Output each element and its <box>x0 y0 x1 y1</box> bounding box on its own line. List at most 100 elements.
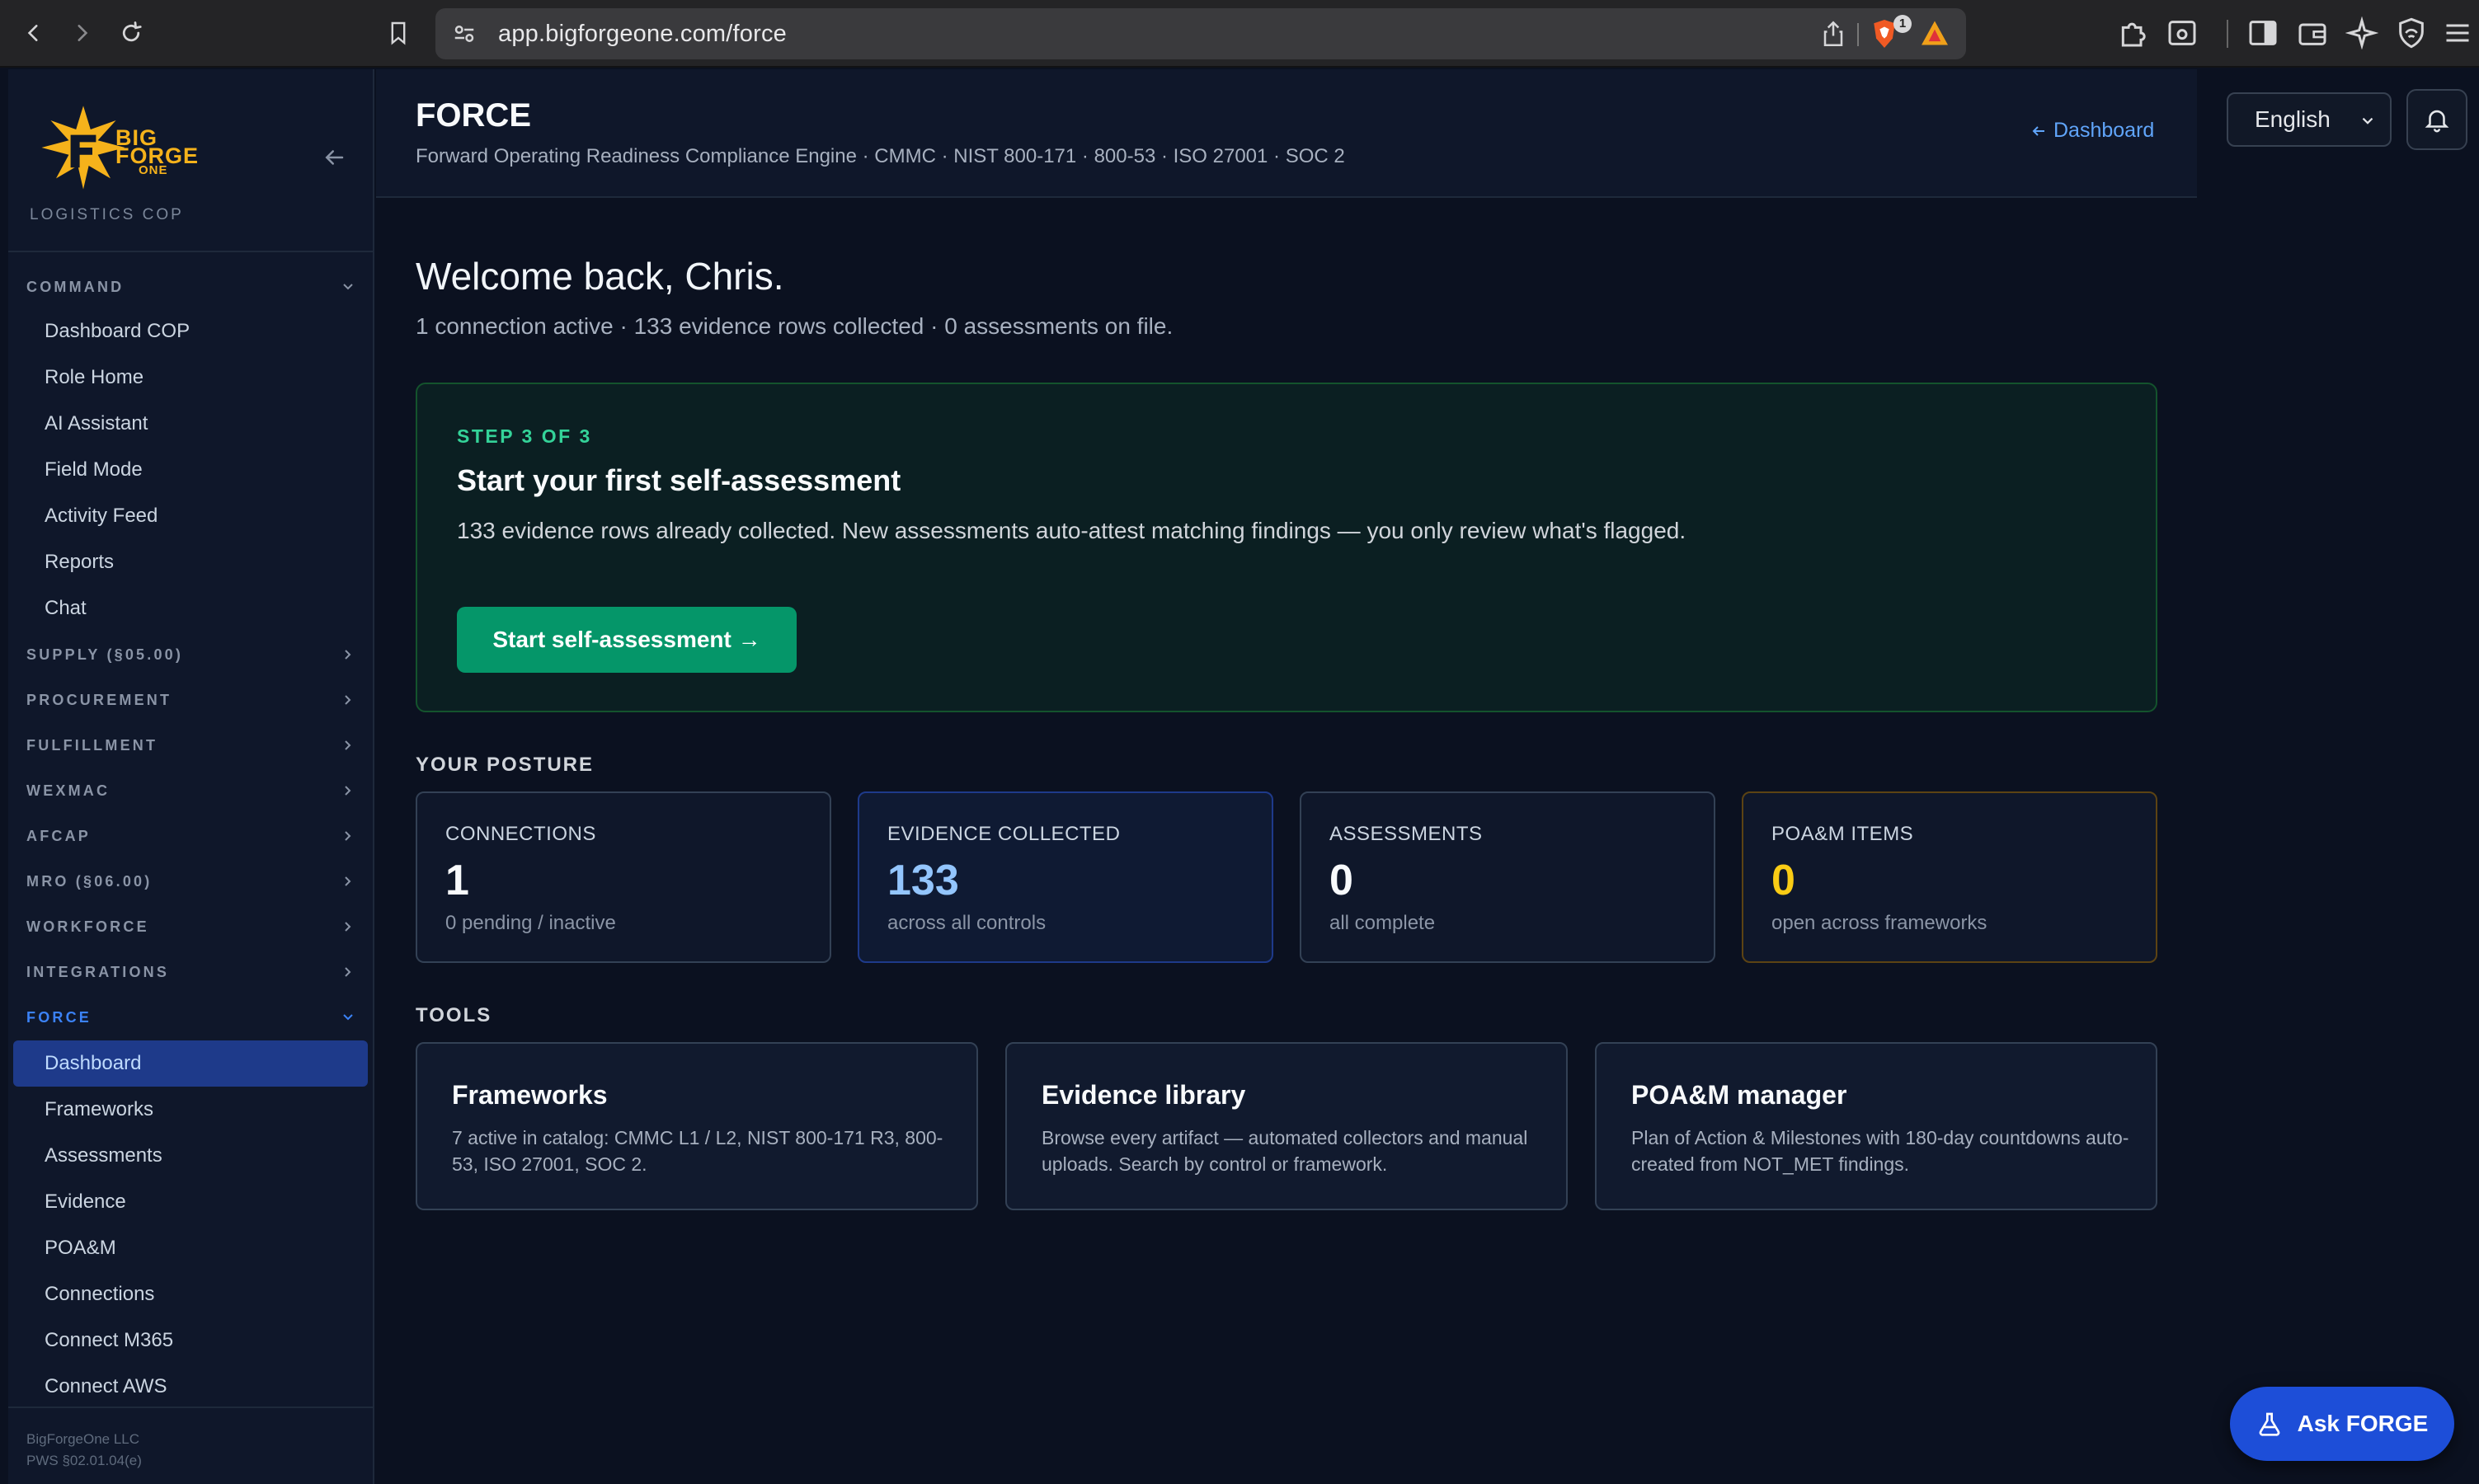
chevron-down-icon <box>343 1014 353 1021</box>
sidebar: BIG FORGE ONE LOGISTICS COP COMMAND Dash… <box>8 69 374 1484</box>
footer-pws-ref: PWS §02.01.04(e) <box>26 1453 142 1468</box>
sidebar-item-dashboard-cop[interactable]: Dashboard COP <box>45 313 358 350</box>
tool-card-poam-manager[interactable]: POA&M manager Plan of Action & Milestone… <box>1595 1042 2157 1210</box>
nav-section-procurement[interactable]: PROCUREMENT <box>26 685 365 715</box>
nav-section-label: WEXMAC <box>26 782 111 799</box>
url-text[interactable]: app.bigforgeone.com/force <box>498 8 787 59</box>
collapse-sidebar-icon[interactable] <box>322 145 346 174</box>
toolbar-separator <box>1857 23 1859 46</box>
nav-section-wexmac[interactable]: WEXMAC <box>26 776 365 805</box>
sidebar-item-chat[interactable]: Chat <box>45 590 358 627</box>
sidebar-item-role-home[interactable]: Role Home <box>45 359 358 396</box>
posture-section-label: YOUR POSTURE <box>416 754 595 776</box>
nav-section-integrations[interactable]: INTEGRATIONS <box>26 957 365 987</box>
notifications-button[interactable] <box>2406 89 2467 150</box>
reader-mode-icon[interactable] <box>2166 16 2199 49</box>
leo-ai-sparkle-icon[interactable] <box>2345 16 2378 49</box>
nav-section-command[interactable]: COMMAND <box>26 272 365 302</box>
browser-toolbar: app.bigforgeone.com/force 1 <box>0 0 2479 68</box>
stat-label: POA&M ITEMS <box>1771 823 1914 845</box>
nav-section-afcap[interactable]: AFCAP <box>26 821 365 851</box>
tool-description: 7 active in catalog: CMMC L1 / L2, NIST … <box>452 1127 943 1175</box>
nav-section-label: FORCE <box>26 1008 92 1026</box>
nav-section-label: COMMAND <box>26 278 125 295</box>
chevron-right-icon <box>345 740 351 750</box>
welcome-heading: Welcome back, Chris. <box>416 255 784 298</box>
nav-section-mro[interactable]: MRO (§06.00) <box>26 866 365 896</box>
nav-section-workforce[interactable]: WORKFORCE <box>26 912 365 942</box>
stat-value: 0 <box>1329 857 1353 904</box>
onboarding-step-card: STEP 3 OF 3 Start your first self-assess… <box>416 383 2157 712</box>
site-settings-icon[interactable] <box>452 21 477 46</box>
tool-card-evidence-library[interactable]: Evidence library Browse every artifact —… <box>1005 1042 1568 1210</box>
page-title: FORCE <box>416 97 531 134</box>
sidebar-item-assessments[interactable]: Assessments <box>45 1138 358 1174</box>
back-arrow-icon[interactable] <box>15 14 53 52</box>
chevron-right-icon <box>345 922 351 932</box>
sidebar-item-activity-feed[interactable]: Activity Feed <box>45 498 358 534</box>
chevron-right-icon <box>345 876 351 886</box>
sidebar-item-dashboard[interactable]: Dashboard <box>13 1040 368 1087</box>
wallet-icon[interactable] <box>2296 16 2329 49</box>
nav-section-label: FULFILLMENT <box>26 736 158 754</box>
sidebar-panel-icon[interactable] <box>2246 16 2279 49</box>
sidebar-item-poam[interactable]: POA&M <box>45 1230 358 1266</box>
stat-value: 133 <box>887 857 959 904</box>
tool-description: Plan of Action & Milestones with 180-day… <box>1631 1127 2129 1175</box>
sidebar-item-ai-assistant[interactable]: AI Assistant <box>45 406 358 442</box>
sidebar-item-connect-m365[interactable]: Connect M365 <box>45 1322 358 1359</box>
sidebar-item-connections[interactable]: Connections <box>45 1276 358 1313</box>
bookmark-icon[interactable] <box>379 14 417 52</box>
right-gutter <box>2197 69 2479 1484</box>
sidebar-item-connect-aws[interactable]: Connect AWS <box>45 1369 358 1405</box>
stat-card-connections[interactable]: CONNECTIONS 1 0 pending / inactive <box>416 791 831 963</box>
stat-card-evidence[interactable]: EVIDENCE COLLECTED 133 across all contro… <box>858 791 1273 963</box>
divider <box>8 251 373 252</box>
chevron-right-icon <box>345 695 351 705</box>
bell-icon <box>2425 110 2449 133</box>
sidebar-item-field-mode[interactable]: Field Mode <box>45 452 358 488</box>
brand-wordmark: BIG FORGE ONE <box>115 127 200 177</box>
forward-arrow-icon[interactable] <box>63 14 101 52</box>
vpn-shield-icon[interactable] <box>2395 16 2428 49</box>
extensions-puzzle-icon[interactable] <box>2116 16 2149 49</box>
stat-label: ASSESSMENTS <box>1329 823 1483 845</box>
step-body: 133 evidence rows already collected. New… <box>457 518 1686 543</box>
tool-description: Browse every artifact — automated collec… <box>1042 1127 1528 1175</box>
stat-card-poam[interactable]: POA&M ITEMS 0 open across frameworks <box>1742 791 2157 963</box>
tool-title: POA&M manager <box>1631 1080 1847 1110</box>
rewards-triangle-icon[interactable] <box>1920 20 1950 46</box>
brave-shields-icon[interactable]: 1 <box>1870 15 1912 49</box>
nav-section-label: INTEGRATIONS <box>26 963 170 980</box>
brand-line-2: FORGE <box>115 143 200 168</box>
language-select[interactable]: English <box>2227 92 2392 147</box>
sidebar-item-reports[interactable]: Reports <box>45 544 358 580</box>
stat-label: CONNECTIONS <box>445 823 596 845</box>
menu-hamburger-icon[interactable] <box>2443 16 2472 49</box>
ask-forge-button[interactable]: Ask FORGE <box>2230 1387 2454 1461</box>
share-icon[interactable] <box>1821 20 1846 48</box>
flask-icon <box>2259 1412 2279 1436</box>
stat-subtext: 0 pending / inactive <box>445 912 616 934</box>
tool-title: Frameworks <box>452 1080 608 1110</box>
stat-value: 1 <box>445 857 469 904</box>
divider <box>8 1407 373 1408</box>
language-selected-value: English <box>2255 106 2331 132</box>
nav-section-force[interactable]: FORCE <box>26 1003 365 1032</box>
chevron-right-icon <box>345 786 351 796</box>
step-label: STEP 3 OF 3 <box>457 425 592 447</box>
stat-subtext: across all controls <box>887 912 1047 934</box>
reload-icon[interactable] <box>112 14 150 52</box>
back-to-dashboard-link[interactable]: Dashboard <box>2030 119 2154 143</box>
nav-section-fulfillment[interactable]: FULFILLMENT <box>26 730 365 760</box>
address-bar[interactable]: app.bigforgeone.com/force 1 <box>435 8 1966 59</box>
chevron-down-icon <box>343 284 353 290</box>
nav-section-supply[interactable]: SUPPLY (§05.00) <box>26 640 365 669</box>
tool-card-frameworks[interactable]: Frameworks 7 active in catalog: CMMC L1 … <box>416 1042 978 1210</box>
stat-card-assessments[interactable]: ASSESSMENTS 0 all complete <box>1300 791 1715 963</box>
sidebar-item-evidence[interactable]: Evidence <box>45 1184 358 1220</box>
start-self-assessment-button[interactable]: Start self-assessment → <box>457 607 797 673</box>
sidebar-item-frameworks[interactable]: Frameworks <box>45 1092 358 1128</box>
stat-label: EVIDENCE COLLECTED <box>887 823 1121 845</box>
nav-section-label: MRO (§06.00) <box>26 872 153 890</box>
